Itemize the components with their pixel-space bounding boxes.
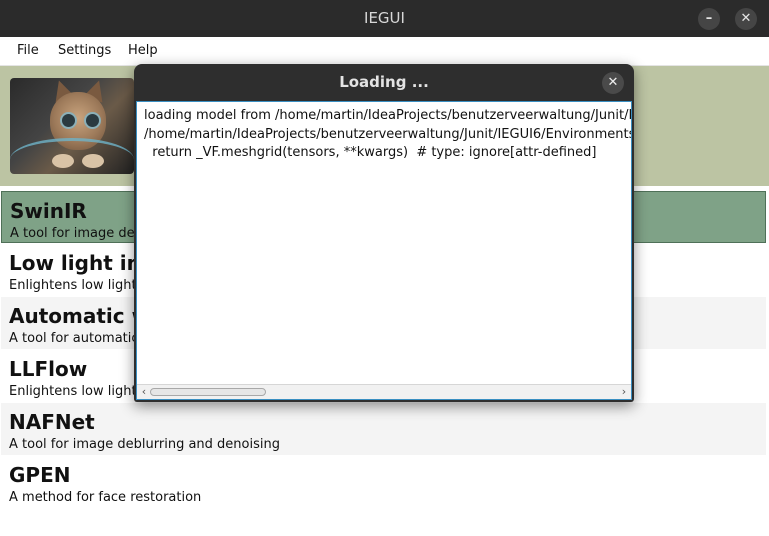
menu-settings[interactable]: Settings xyxy=(58,37,111,65)
window-title: IEGUI xyxy=(364,9,405,27)
menu-help[interactable]: Help xyxy=(128,37,158,65)
tool-description: A tool for image deblurring and denoisin… xyxy=(9,437,280,452)
log-text: loading model from /home/martin/IdeaProj… xyxy=(144,107,632,163)
tool-name: NAFNet xyxy=(9,410,95,434)
horizontal-scrollbar[interactable]: ‹ › xyxy=(137,384,631,399)
menu-file[interactable]: File xyxy=(17,37,39,65)
minimize-icon[interactable]: – xyxy=(698,8,720,30)
scroll-right-icon[interactable]: › xyxy=(618,385,630,399)
window-titlebar: IEGUI – ✕ xyxy=(0,0,769,37)
tool-name: SwinIR xyxy=(10,199,87,223)
log-line: loading model from /home/martin/IdeaProj… xyxy=(144,108,632,123)
kitten-image xyxy=(10,78,134,174)
scroll-left-icon[interactable]: ‹ xyxy=(138,385,150,399)
close-icon[interactable]: ✕ xyxy=(735,8,757,30)
tool-description: A method for face restoration xyxy=(9,490,202,505)
log-output-area[interactable]: loading model from /home/martin/IdeaProj… xyxy=(136,101,632,400)
log-line: return _VF.meshgrid(tensors, **kwargs) #… xyxy=(144,145,597,160)
loading-dialog: Loading ... ✕ loading model from /home/m… xyxy=(134,64,634,402)
dialog-title: Loading ... xyxy=(339,73,429,91)
log-line: /home/martin/IdeaProjects/benutzerveerwa… xyxy=(144,126,631,142)
scrollbar-thumb[interactable] xyxy=(150,388,266,396)
tool-name: GPEN xyxy=(9,463,71,487)
dialog-close-icon[interactable]: ✕ xyxy=(602,72,624,94)
tool-item-gpen[interactable]: GPEN A method for face restoration xyxy=(1,456,766,508)
tool-item-nafnet[interactable]: NAFNet A tool for image deblurring and d… xyxy=(1,403,766,455)
menu-bar: File Settings Help xyxy=(0,37,769,66)
tool-name: LLFlow xyxy=(9,357,88,381)
